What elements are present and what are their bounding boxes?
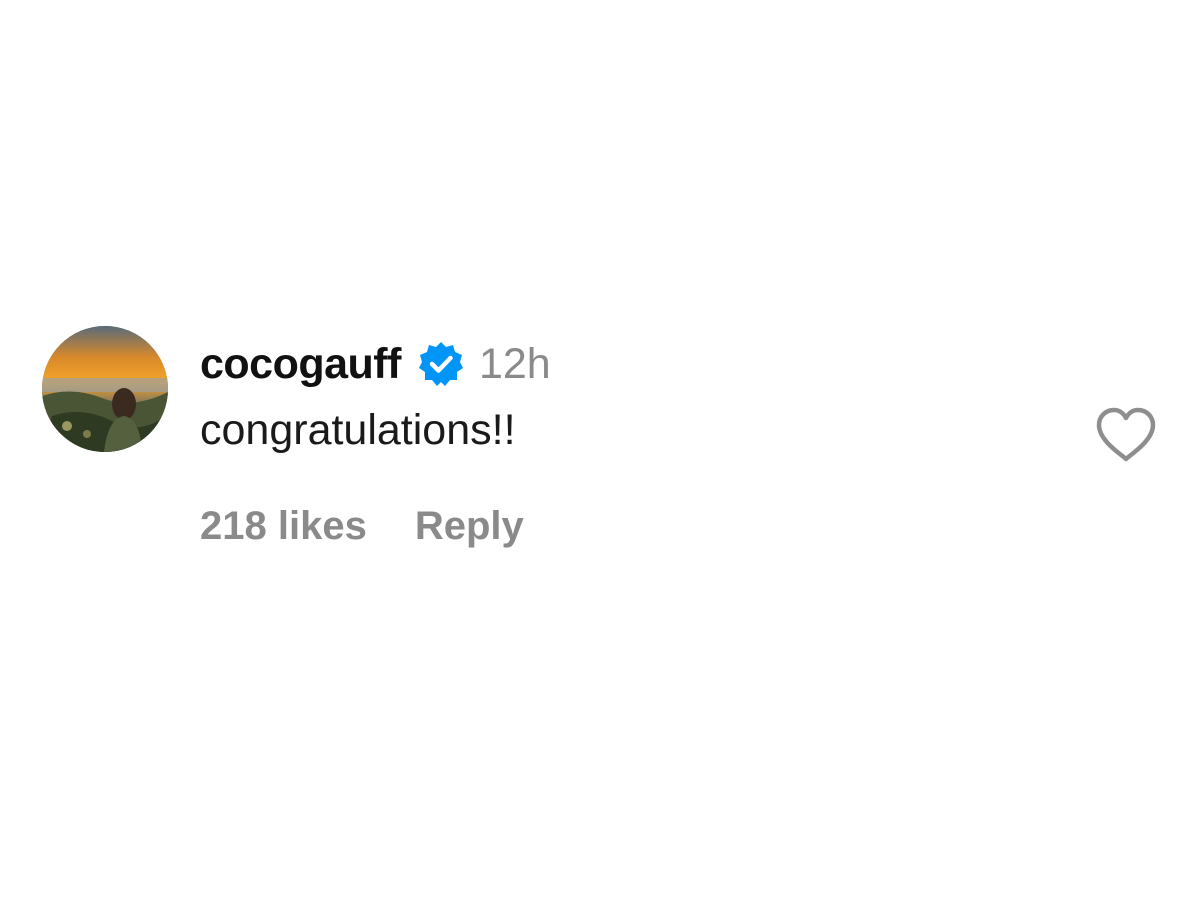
timestamp: 12h bbox=[478, 339, 551, 388]
avatar-photo bbox=[42, 326, 168, 452]
comment-text: congratulations!! bbox=[200, 406, 516, 454]
reply-button[interactable]: Reply bbox=[415, 504, 524, 549]
heart-outline-icon bbox=[1096, 407, 1156, 462]
likes-count[interactable]: 218 likes bbox=[200, 504, 367, 549]
avatar[interactable] bbox=[42, 326, 168, 452]
verified-badge-icon bbox=[417, 340, 465, 388]
username-link[interactable]: cocogauff bbox=[200, 340, 401, 389]
like-button[interactable] bbox=[1094, 406, 1158, 464]
comment-item: cocogauff 12h congratulations!! 218 like… bbox=[42, 326, 1162, 566]
comment-header: cocogauff 12h bbox=[200, 336, 551, 392]
comment-actions: 218 likes Reply bbox=[200, 504, 524, 549]
